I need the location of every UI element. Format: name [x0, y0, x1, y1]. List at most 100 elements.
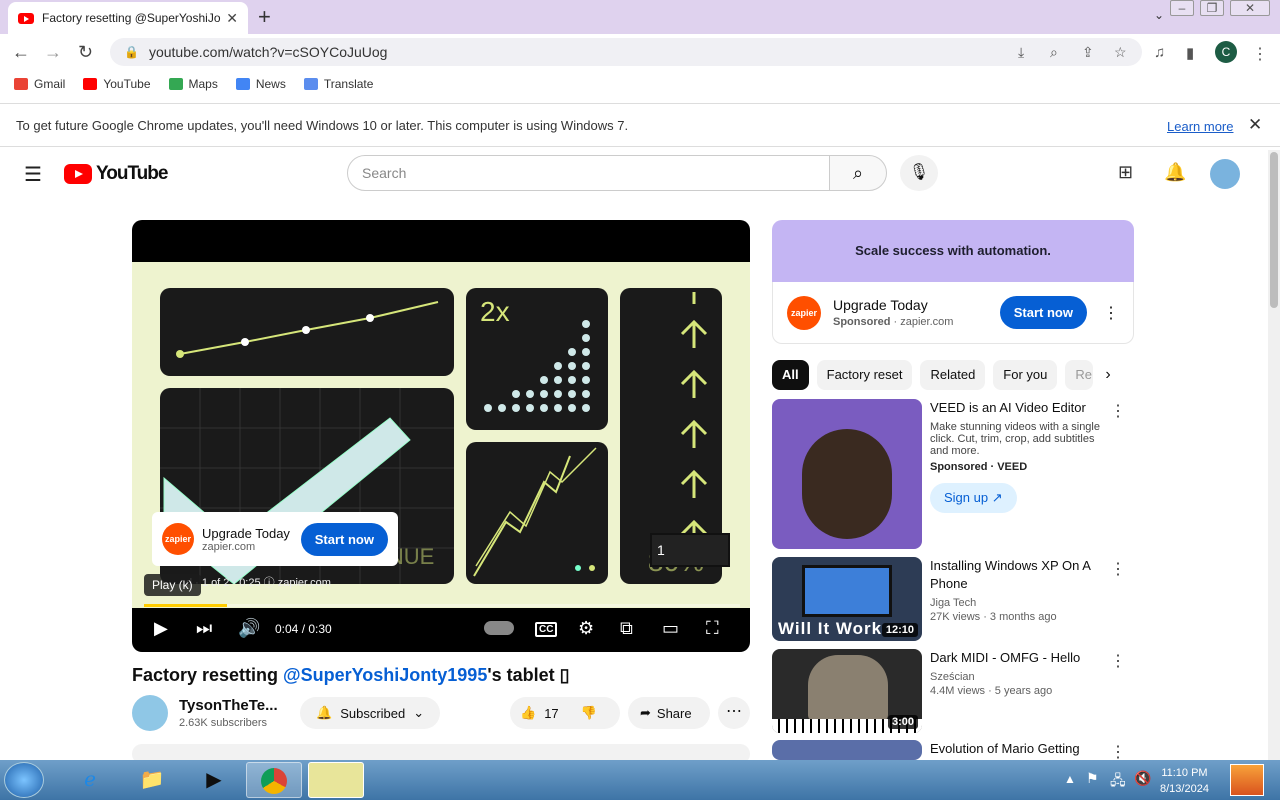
video-thumbnail[interactable]: Will It Work 12:10 — [772, 557, 922, 641]
hamburger-menu-icon[interactable]: ☰ — [24, 162, 42, 187]
infobar-close-icon[interactable]: ✕ — [1248, 115, 1262, 135]
sidebar-ad-banner[interactable]: Scale success with automation. — [772, 220, 1134, 282]
address-bar[interactable]: 🔒 youtube.com/watch?v=cSOYCoJuUog — [110, 38, 1142, 66]
video-menu-icon[interactable]: ⋮ — [1110, 401, 1126, 421]
video-menu-icon[interactable]: ⋮ — [1110, 742, 1126, 760]
chrome-menu-icon[interactable]: ⋮ — [1252, 44, 1268, 64]
list-item[interactable]: VEED is an AI Video Editor Make stunning… — [772, 399, 1134, 549]
player-ad-overlay[interactable]: zapier Upgrade Today zapier.com Start no… — [152, 512, 398, 566]
reload-icon[interactable]: ↻ — [78, 42, 93, 63]
video-title[interactable]: VEED is an AI Video Editor — [930, 399, 1110, 417]
video-thumbnail[interactable] — [772, 399, 922, 549]
bookmark-news[interactable]: News — [235, 77, 286, 91]
share-page-icon[interactable]: ⇪ — [1082, 44, 1094, 61]
chip-related[interactable]: Related — [920, 360, 986, 390]
tab-search-icon[interactable]: ⌄ — [1154, 8, 1164, 22]
miniplayer-icon[interactable]: ⧉ — [620, 618, 633, 639]
start-button[interactable] — [4, 762, 44, 798]
minimize-icon[interactable]: – — [1170, 0, 1194, 16]
chips-next-icon[interactable]: › — [1105, 366, 1110, 384]
sidebar-ad-card[interactable]: zapier Upgrade Today Sponsored · zapier.… — [772, 282, 1134, 344]
chip-for-you[interactable]: For you — [993, 360, 1058, 390]
share-button[interactable]: ➦ Share — [628, 697, 710, 729]
sidebar-ad-menu-icon[interactable]: ⋮ — [1103, 303, 1119, 323]
create-video-icon[interactable]: ⊞ — [1118, 162, 1133, 183]
video-title[interactable]: Installing Windows XP On A Phone — [930, 557, 1110, 593]
video-title[interactable]: Dark MIDI - OMFG - Hello — [930, 649, 1110, 667]
forward-icon[interactable]: → — [44, 42, 62, 63]
video-menu-icon[interactable]: ⋮ — [1110, 559, 1126, 579]
media-player-icon[interactable]: ▶ — [186, 762, 242, 798]
chrome-taskbar-icon[interactable] — [246, 762, 302, 798]
microphone-icon[interactable]: 🎙 — [900, 155, 938, 191]
theater-mode-icon[interactable]: ▭ — [662, 618, 679, 639]
growth-line-graphic — [473, 447, 597, 577]
video-thumbnail[interactable] — [772, 740, 922, 760]
channel-avatar[interactable] — [132, 695, 168, 731]
more-actions-icon[interactable]: ⋯ — [718, 697, 750, 729]
user-avatar[interactable] — [1210, 159, 1240, 189]
tray-volume-muted-icon[interactable]: 🔇 — [1134, 770, 1151, 787]
taskbar-clock[interactable]: 11:10 PM 8/13/2024 — [1160, 765, 1209, 797]
internet-explorer-icon[interactable]: ℯ — [62, 762, 118, 798]
video-title[interactable]: Evolution of Mario Getting — [930, 740, 1110, 758]
list-item[interactable]: 3:00 Dark MIDI - OMFG - Hello Sześcian 4… — [772, 649, 1134, 733]
chip-all[interactable]: All — [772, 360, 809, 390]
bookmark-gmail[interactable]: Gmail — [14, 77, 65, 91]
ad-overlay-start-button[interactable]: Start now — [300, 522, 388, 556]
bookmark-youtube[interactable]: YouTube — [83, 77, 151, 91]
play-icon[interactable]: ▶ — [154, 618, 168, 639]
channel-name[interactable]: TysonTheTe... — [179, 697, 278, 714]
ad-overlay-text: Upgrade Today zapier.com — [202, 526, 290, 553]
volume-icon[interactable]: 🔊 — [238, 618, 260, 639]
new-tab-icon[interactable]: + — [258, 4, 271, 30]
side-panel-icon[interactable]: ▮ — [1186, 44, 1194, 62]
autoplay-toggle[interactable] — [484, 621, 514, 635]
sign-up-button[interactable]: Sign up ↗ — [930, 483, 1017, 513]
progress-bar[interactable] — [144, 604, 740, 607]
restore-icon[interactable]: ❐ — [1200, 0, 1224, 16]
back-icon[interactable]: ← — [12, 42, 30, 63]
skip-ad-preview[interactable]: 1 — [650, 533, 730, 567]
thumbs-up-icon[interactable]: 👍 — [520, 705, 536, 721]
thumbs-down-icon[interactable]: 👎 — [581, 705, 597, 721]
video-menu-icon[interactable]: ⋮ — [1110, 651, 1126, 671]
bookmark-star-icon[interactable]: ☆ — [1114, 44, 1127, 61]
chip-truncated[interactable]: Re — [1065, 360, 1094, 390]
captions-icon[interactable]: CC — [535, 622, 558, 637]
sidebar-ad-start-button[interactable]: Start now — [999, 296, 1087, 329]
chip-factory-reset[interactable]: Factory reset — [816, 360, 913, 390]
browser-tab[interactable]: Factory resetting @SuperYoshiJo ✕ — [8, 2, 248, 34]
notifications-bell-icon[interactable]: 🔔 — [1164, 162, 1186, 183]
like-dislike-group[interactable]: 👍 17 👎 — [510, 697, 620, 729]
bookmark-maps[interactable]: Maps — [168, 77, 218, 91]
close-window-icon[interactable]: ✕ — [1230, 0, 1270, 16]
media-controls-icon[interactable]: ♫ — [1154, 44, 1165, 61]
search-icon[interactable]: ⌕ — [829, 155, 887, 191]
youtube-logo[interactable]: YouTube — [64, 163, 168, 185]
search-input[interactable]: Search — [347, 155, 830, 191]
tray-expand-icon[interactable]: ▲ — [1064, 772, 1076, 786]
video-channel[interactable]: Jiga Tech — [930, 597, 1110, 609]
pinned-app-icon[interactable] — [308, 762, 364, 798]
subscribed-button[interactable]: 🔔 Subscribed ⌄ — [300, 697, 441, 729]
bookmark-translate[interactable]: Translate — [303, 77, 373, 91]
tray-flag-icon[interactable]: ⚑ — [1086, 770, 1099, 787]
fullscreen-icon[interactable]: ⛶ — [706, 618, 719, 639]
list-item[interactable]: Evolution of Mario Getting ⋮ — [772, 740, 1134, 760]
close-tab-icon[interactable]: ✕ — [226, 10, 238, 27]
profile-avatar[interactable]: C — [1215, 41, 1237, 63]
video-channel[interactable]: Sześcian — [930, 671, 1110, 683]
mention-link[interactable]: @SuperYoshiJonty1995 — [283, 665, 487, 685]
video-thumbnail[interactable]: 3:00 — [772, 649, 922, 733]
install-icon[interactable]: ⤓ — [1018, 44, 1024, 61]
list-item[interactable]: Will It Work 12:10 Installing Windows XP… — [772, 557, 1134, 641]
zoom-icon[interactable]: ⌕ — [1050, 44, 1058, 61]
file-explorer-icon[interactable]: 📁 — [124, 762, 180, 798]
next-icon[interactable]: ⏭ — [196, 618, 212, 639]
scrollbar-thumb[interactable] — [1270, 152, 1278, 308]
settings-gear-icon[interactable]: ⚙ — [578, 618, 594, 639]
show-desktop-button[interactable] — [1230, 764, 1264, 796]
learn-more-link[interactable]: Learn more — [1167, 119, 1233, 134]
tray-network-icon[interactable]: 🖧 — [1110, 770, 1126, 794]
